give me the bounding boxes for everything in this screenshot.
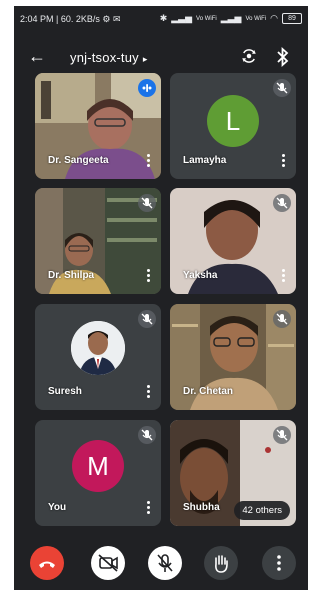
- participant-tile-you[interactable]: M You: [35, 420, 161, 526]
- avatar: M: [72, 440, 124, 492]
- bluetooth-status-icon: ✱: [159, 13, 168, 23]
- status-bar: 2:04 PM | 60. 2KB/s ⚙ ✉ ✱ ▂▃▅ Vo WiFi ▂▃…: [14, 6, 308, 30]
- app-bar: ← ynj-tsox-tuy ▸: [14, 40, 308, 76]
- mic-toggle-button[interactable]: [148, 546, 182, 580]
- more-options-icon[interactable]: [147, 154, 151, 168]
- more-options-icon[interactable]: [282, 154, 286, 168]
- wifi-icon: ◠: [270, 13, 278, 23]
- participant-tile-suresh[interactable]: Suresh: [35, 304, 161, 410]
- mic-off-icon: [138, 310, 156, 328]
- participant-tile-dr-sangeeta[interactable]: Dr. Sangeeta: [35, 73, 161, 179]
- participant-name: You: [48, 502, 67, 513]
- meeting-code: ynj-tsox-tuy: [70, 50, 139, 65]
- meeting-code-button[interactable]: ynj-tsox-tuy ▸: [70, 50, 148, 65]
- wifi-label-2: Vo WiFi: [245, 15, 267, 22]
- more-options-icon[interactable]: [282, 269, 286, 283]
- participant-name: Yaksha: [183, 270, 218, 281]
- camera-off-icon: [98, 554, 118, 572]
- mic-off-icon: [273, 194, 291, 212]
- profile-photo: [71, 321, 125, 375]
- participant-tile-dr-shilpa[interactable]: Dr. Shilpa: [35, 188, 161, 294]
- status-time: 2:04 PM | 60. 2KB/s ⚙ ✉: [20, 14, 121, 25]
- mic-off-icon: [138, 426, 156, 444]
- more-options-button[interactable]: [262, 546, 296, 580]
- back-arrow-icon[interactable]: ←: [28, 46, 46, 67]
- participant-name: Dr. Shilpa: [48, 270, 95, 281]
- call-controls: [14, 544, 308, 584]
- more-vert-icon: [277, 555, 281, 571]
- message-status-icon: ✉: [113, 14, 121, 24]
- wifi-label-1: Vo WiFi: [196, 15, 217, 22]
- participant-tile-shubha[interactable]: Shubha 42 others: [170, 420, 296, 526]
- status-time-text: 2:04 PM | 60. 2KB/s: [20, 14, 100, 24]
- more-options-icon[interactable]: [147, 501, 151, 515]
- hand-icon: [215, 555, 228, 573]
- signal-icon-1: ▂▃▅: [171, 13, 193, 23]
- avatar: L: [207, 95, 259, 147]
- status-right: ✱ ▂▃▅ Vo WiFi ▂▃▅ Vo WiFi ◠ 89: [160, 13, 302, 24]
- participant-name: Lamayha: [183, 155, 227, 166]
- signal-icon-2: ▂▃▅: [220, 13, 242, 23]
- settings-status-icon: ⚙: [102, 14, 111, 24]
- phone-screen: 2:04 PM | 60. 2KB/s ⚙ ✉ ✱ ▂▃▅ Vo WiFi ▂▃…: [14, 6, 308, 590]
- phone-hangup-icon: [39, 561, 55, 568]
- switch-camera-icon[interactable]: [240, 47, 258, 65]
- participant-tile-yaksha[interactable]: Yaksha: [170, 188, 296, 294]
- caret-right-icon: ▸: [142, 54, 148, 64]
- participant-name: Dr. Chetan: [183, 386, 234, 397]
- mic-off-icon: [273, 426, 291, 444]
- end-call-button[interactable]: [30, 546, 64, 580]
- mic-off-icon: [273, 310, 291, 328]
- participant-tile-dr-chetan[interactable]: Dr. Chetan: [170, 304, 296, 410]
- others-count-badge[interactable]: 42 others: [234, 501, 290, 520]
- battery-icon: 89: [282, 13, 302, 24]
- participant-name: Dr. Sangeeta: [48, 155, 109, 166]
- participant-tile-lamayha[interactable]: L Lamayha: [170, 73, 296, 179]
- mic-off-icon: [273, 79, 291, 97]
- raise-hand-button[interactable]: [204, 546, 238, 580]
- camera-toggle-button[interactable]: [91, 546, 125, 580]
- more-options-icon[interactable]: [147, 269, 151, 283]
- more-options-icon[interactable]: [147, 385, 151, 399]
- mic-off-icon: [157, 554, 173, 572]
- avatar: [71, 321, 125, 375]
- bluetooth-audio-icon[interactable]: [276, 47, 290, 67]
- mic-off-icon: [138, 194, 156, 212]
- speaking-indicator-icon: [138, 79, 156, 97]
- participant-name: Suresh: [48, 386, 82, 397]
- participant-name: Shubha: [183, 502, 220, 513]
